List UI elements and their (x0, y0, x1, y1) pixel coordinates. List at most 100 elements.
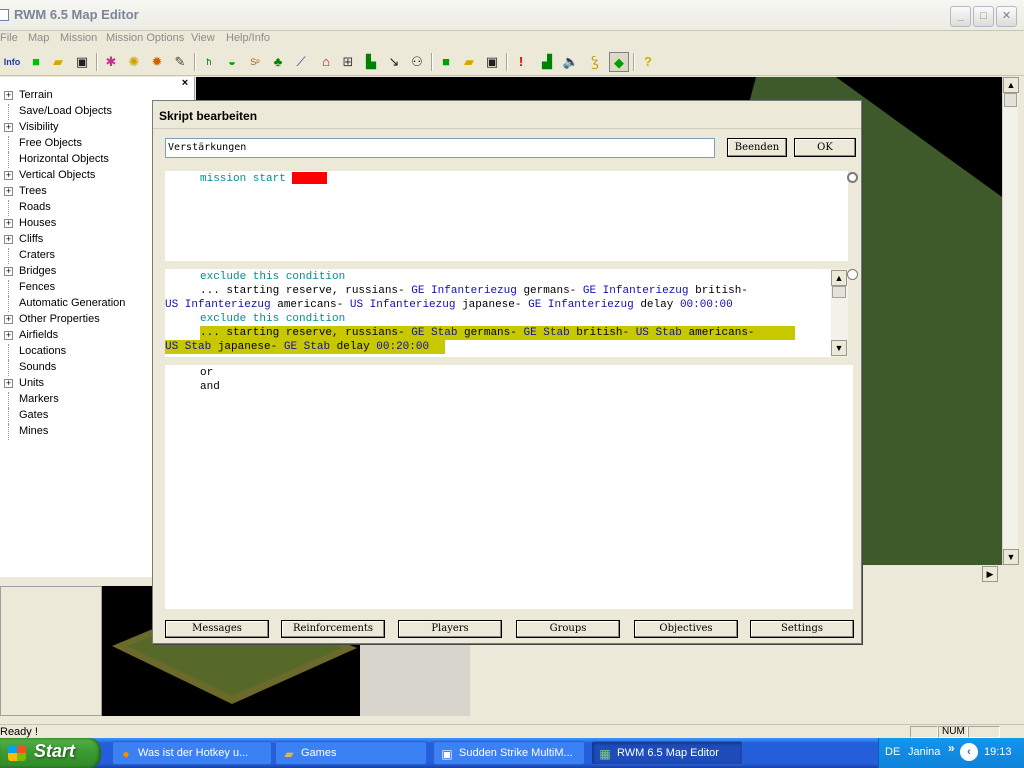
tree-item[interactable]: + Units (4, 376, 154, 392)
scroll-down-arrow-icon[interactable]: ▼ (1003, 549, 1019, 565)
save-disk-icon[interactable]: ▣ (72, 52, 92, 72)
condition-line-selected[interactable]: US Stab japanese- GE Stab delay 00:20:00 (165, 340, 445, 354)
tree-item[interactable]: Save/Load Objects (4, 104, 154, 120)
tool-terrain-icon[interactable]: ħ (199, 52, 219, 72)
ok-button[interactable]: OK (794, 138, 856, 157)
tree-item[interactable]: Gates (4, 408, 154, 424)
minimize-button[interactable]: _ (950, 6, 971, 27)
menu-view[interactable]: View (191, 32, 215, 44)
tool-house-icon[interactable]: ⌂ (316, 52, 336, 72)
tree-item[interactable]: + Other Properties (4, 312, 154, 328)
condition-line-selected[interactable]: ... starting reserve, russians- GE Stab … (200, 326, 795, 340)
tree-item[interactable]: Roads (4, 200, 154, 216)
scroll-down-arrow-icon[interactable]: ▼ (831, 340, 847, 356)
tool-paint-icon[interactable]: ✱ (101, 52, 121, 72)
trigger-pane[interactable]: mission start (165, 171, 848, 261)
tree-item[interactable]: Sounds (4, 360, 154, 376)
map-vertical-scrollbar[interactable]: ▲ ▼ (1002, 77, 1019, 565)
menu-help-info[interactable]: Help/Info (226, 32, 270, 44)
unit-tank-icon[interactable]: ▟ (537, 52, 557, 72)
condition-line[interactable]: ... starting reserve, russians- GE Infan… (200, 284, 748, 298)
help-icon[interactable]: ? (638, 52, 658, 72)
conditions-scrollbar[interactable]: ▲ ▼ (831, 269, 848, 357)
tree-item[interactable]: Craters (4, 248, 154, 264)
tray-expand-icon[interactable]: » (948, 741, 955, 755)
start-button[interactable]: Start (0, 738, 101, 768)
map-save-icon[interactable]: ▣ (482, 52, 502, 72)
tree-item[interactable]: Markers (4, 392, 154, 408)
tab-objectives[interactable]: Objectives (634, 620, 738, 638)
logic-and[interactable]: and (200, 380, 220, 394)
tree-item[interactable]: + Visibility (4, 120, 154, 136)
map-open-icon[interactable]: ▰ (459, 52, 479, 72)
tree-item[interactable]: + Bridges (4, 264, 154, 280)
tool-fence-icon[interactable]: ⊞ (338, 52, 358, 72)
expand-icon[interactable]: + (4, 219, 13, 228)
map-new-icon[interactable]: ■ (436, 52, 456, 72)
tool-dropdown-icon[interactable]: ↘ (384, 52, 404, 72)
task-firefox[interactable]: ● Was ist der Hotkey u... (112, 741, 272, 765)
menu-map[interactable]: Map (28, 32, 49, 44)
tab-groups[interactable]: Groups (516, 620, 620, 638)
expand-icon[interactable]: + (4, 267, 13, 276)
tree-item[interactable]: + Terrain (4, 88, 154, 104)
alert-icon[interactable]: ! (511, 52, 531, 72)
menu-file[interactable]: File (0, 32, 18, 44)
open-folder-icon[interactable]: ▰ (48, 52, 68, 72)
tree-item[interactable]: Free Objects (4, 136, 154, 152)
logic-or[interactable]: or (200, 366, 213, 380)
task-sudden-strike[interactable]: ▣ Sudden Strike MultiM... (433, 741, 585, 765)
tool-grid-icon[interactable]: ✹ (147, 52, 167, 72)
trigger-radio[interactable] (847, 172, 858, 183)
tool-tree-icon[interactable]: ♣ (268, 52, 288, 72)
tree-item[interactable]: Fences (4, 280, 154, 296)
info-button[interactable]: Info (2, 52, 22, 72)
tool-path-icon[interactable]: Sᵖ (245, 52, 265, 72)
condition-line[interactable]: exclude this condition (200, 270, 345, 284)
logic-pane[interactable]: or and (165, 365, 853, 609)
end-button[interactable]: Beenden (727, 138, 787, 157)
tab-messages[interactable]: Messages (165, 620, 269, 638)
tree-item[interactable]: + Airfields (4, 328, 154, 344)
tool-water-icon[interactable]: ◒ (222, 52, 242, 72)
expand-icon[interactable]: + (4, 331, 13, 340)
script-name-input[interactable]: Verstärkungen (165, 138, 715, 158)
trigger-line[interactable]: mission start (200, 172, 328, 186)
tree-item[interactable]: + Trees (4, 184, 154, 200)
back-arrow-icon[interactable]: ‹ (960, 743, 978, 761)
expand-icon[interactable]: + (4, 123, 13, 132)
conditions-pane[interactable]: exclude this condition ... starting rese… (165, 269, 831, 357)
tree-item[interactable]: Horizontal Objects (4, 152, 154, 168)
scroll-thumb[interactable] (832, 286, 846, 298)
tab-settings[interactable]: Settings (750, 620, 854, 638)
tree-item[interactable]: Mines (4, 424, 154, 440)
condition-line[interactable]: exclude this condition (200, 312, 345, 326)
tree-item[interactable]: + Cliffs (4, 232, 154, 248)
tree-item[interactable]: Automatic Generation (4, 296, 154, 312)
task-games[interactable]: ▰ Games (275, 741, 427, 765)
new-icon[interactable]: ■ (26, 52, 46, 72)
scroll-up-arrow-icon[interactable]: ▲ (831, 270, 847, 286)
dialog-titlebar[interactable] (153, 101, 861, 129)
tool-objects-icon[interactable]: ✺ (124, 52, 144, 72)
language-indicator[interactable]: DE (885, 746, 900, 758)
expand-icon[interactable]: + (4, 91, 13, 100)
maximize-button[interactable]: □ (973, 6, 994, 27)
tree-close-icon[interactable]: × (179, 77, 191, 89)
tool-vehicle-icon[interactable]: ⚇ (407, 52, 427, 72)
menu-mission-options[interactable]: Mission Options (106, 32, 184, 44)
scroll-thumb[interactable] (1004, 93, 1017, 107)
condition-line[interactable]: US Infanteriezug americans- US Infanteri… (165, 298, 733, 312)
window-titlebar[interactable]: RWM 6.5 Map Editor _ □ ✕ (0, 0, 1024, 31)
sound-speaker-icon[interactable]: 🔈 (561, 52, 581, 72)
scroll-up-arrow-icon[interactable]: ▲ (1003, 77, 1019, 93)
expand-icon[interactable]: + (4, 235, 13, 244)
conditions-radio[interactable] (847, 269, 858, 280)
zoom-icon[interactable]: Ꝣ (585, 52, 605, 72)
tree-item[interactable]: + Vertical Objects (4, 168, 154, 184)
tool-road-icon[interactable]: ⟋ (291, 52, 311, 72)
close-button[interactable]: ✕ (996, 6, 1017, 27)
tool-edit-icon[interactable]: ✎ (170, 52, 190, 72)
tab-reinforcements[interactable]: Reinforcements (281, 620, 385, 638)
tree-item[interactable]: Locations (4, 344, 154, 360)
